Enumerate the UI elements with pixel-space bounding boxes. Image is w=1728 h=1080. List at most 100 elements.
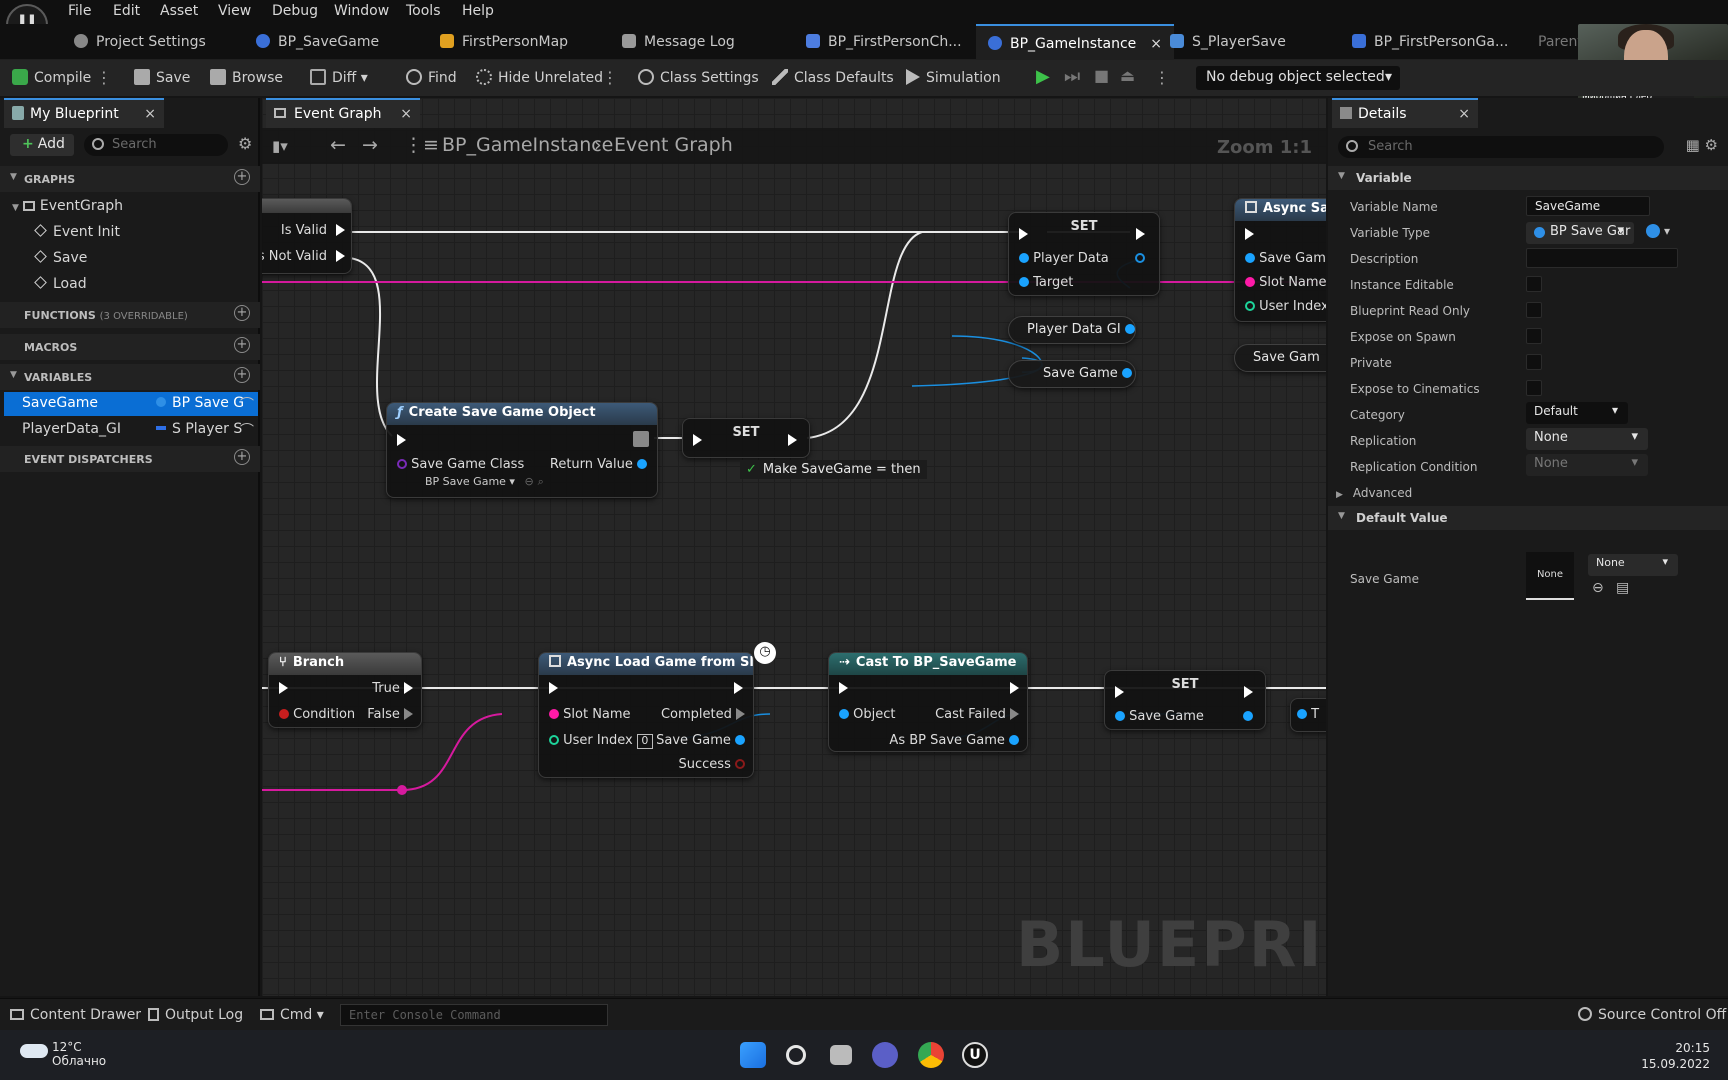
pin-user-index[interactable]: User Index <box>1245 299 1326 314</box>
pin-cast-failed[interactable]: Cast Failed <box>935 707 1019 722</box>
exec-in-pin[interactable] <box>549 681 558 696</box>
save-button[interactable]: Save <box>134 69 190 86</box>
section-functions[interactable]: FUNCTIONS (3 OVERRIDABLE) + <box>0 302 260 328</box>
save-game-default-dropdown[interactable]: None ▾ <box>1588 554 1678 576</box>
close-icon[interactable]: × <box>1458 106 1470 122</box>
output-pin[interactable] <box>1124 324 1135 334</box>
browse-button[interactable]: Browse <box>210 69 283 86</box>
debug-object-dropdown[interactable]: No debug object selected ▾ <box>1196 66 1400 90</box>
simulation-button[interactable]: Simulation <box>906 69 1001 86</box>
windows-start-icon[interactable] <box>740 1042 766 1068</box>
output-pin[interactable] <box>1243 709 1253 724</box>
add-variable-icon[interactable]: + <box>234 367 250 383</box>
exec-pin[interactable] <box>336 249 345 264</box>
tab-bp-savegame[interactable]: BP_SaveGame <box>256 24 379 60</box>
output-pin[interactable] <box>1121 368 1132 378</box>
private-checkbox[interactable] <box>1526 354 1542 370</box>
variable-row-playerdata-gi[interactable]: PlayerData_GI S Player S ⌒ <box>4 418 258 442</box>
replication-condition-dropdown[interactable]: None ▾ <box>1526 454 1648 476</box>
exec-in-pin[interactable] <box>1245 227 1254 242</box>
table-view-icon[interactable]: ▦ <box>1686 136 1700 154</box>
compile-button[interactable]: Compile <box>12 69 91 86</box>
play-options-icon[interactable]: ⋮ <box>1154 68 1170 87</box>
class-settings-button[interactable]: Class Settings <box>638 69 759 86</box>
pin-slot-name[interactable]: Slot Name <box>549 707 631 722</box>
section-default-value[interactable]: ▼ Default Value <box>1328 506 1728 530</box>
node-async-save-game[interactable]: Async Sav Save Game Slot Name User Index <box>1234 198 1326 322</box>
find-button[interactable]: Find <box>406 69 457 86</box>
step-icon[interactable]: ⏭ <box>1064 66 1080 87</box>
exec-out-pin[interactable] <box>1244 685 1253 700</box>
chat-icon[interactable] <box>872 1042 898 1068</box>
blueprint-read-only-checkbox[interactable] <box>1526 302 1542 318</box>
exec-in-pin[interactable] <box>1115 685 1124 700</box>
hide-unrelated-options-icon[interactable]: ⋮ <box>602 68 618 87</box>
close-icon[interactable]: × <box>144 106 156 122</box>
menu-asset[interactable]: Asset <box>160 3 198 19</box>
node-get-player-data-gi[interactable]: Player Data GI <box>1008 316 1136 344</box>
section-variables[interactable]: ▼ VARIABLES + <box>0 364 260 390</box>
tab-firstpersonmap[interactable]: FirstPersonMap <box>440 24 568 60</box>
exec-out-pin[interactable] <box>1010 681 1019 696</box>
category-dropdown[interactable]: Default ▾ <box>1526 402 1628 424</box>
exec-out-pin[interactable] <box>633 431 649 451</box>
pin-false[interactable]: False <box>367 707 413 722</box>
add-function-icon[interactable]: + <box>234 305 250 321</box>
expose-on-spawn-checkbox[interactable] <box>1526 328 1542 344</box>
menu-view[interactable]: View <box>218 3 251 19</box>
pin-as-bp-save-game[interactable]: As BP Save Game <box>889 733 1019 748</box>
pin-user-index[interactable]: User Index 0 <box>549 733 653 749</box>
pin-slot-name[interactable]: Slot Name <box>1245 275 1326 290</box>
stop-icon[interactable]: ■ <box>1094 66 1109 85</box>
tree-event-init[interactable]: Event Init <box>34 224 120 240</box>
description-input[interactable] <box>1526 248 1678 268</box>
class-defaults-button[interactable]: Class Defaults <box>772 69 894 86</box>
output-pin[interactable] <box>1135 251 1145 266</box>
asset-thumbnail[interactable]: None <box>1526 552 1574 600</box>
node-is-valid[interactable]: Is Valid Is Not Valid <box>262 198 352 274</box>
output-log-button[interactable]: Output Log <box>148 1007 243 1023</box>
node-cast-to-bp-savegame[interactable]: ⇢ Cast To BP_SaveGame Object Cast Failed … <box>828 652 1028 752</box>
gear-icon[interactable]: ⚙ <box>238 134 252 153</box>
section-event-dispatchers[interactable]: EVENT DISPATCHERS + <box>0 446 260 472</box>
tree-event-save[interactable]: Save <box>34 250 87 266</box>
node-branch[interactable]: ⑂ Branch True Condition False <box>268 652 422 728</box>
tree-eventgraph[interactable]: ▼ EventGraph <box>12 198 123 214</box>
exec-in-pin[interactable] <box>839 681 848 696</box>
exec-pin[interactable] <box>336 223 345 238</box>
menu-help[interactable]: Help <box>462 3 494 19</box>
exec-in-pin[interactable] <box>693 433 702 448</box>
node-get-save-game[interactable]: Save Game <box>1008 360 1136 388</box>
pin-true[interactable]: True <box>372 681 413 696</box>
unreal-engine-icon[interactable]: U <box>962 1042 988 1068</box>
exec-out-pin[interactable] <box>1136 227 1145 242</box>
browse-folder-icon[interactable]: ▤ <box>1616 580 1629 596</box>
exec-out-pin[interactable] <box>788 433 797 448</box>
pin-completed[interactable]: Completed <box>661 707 745 722</box>
exec-in-pin[interactable] <box>279 681 288 696</box>
blueprint-search-input[interactable]: Search <box>84 134 228 156</box>
section-macros[interactable]: MACROS + <box>0 334 260 360</box>
add-button[interactable]: + Add <box>10 134 74 156</box>
menu-debug[interactable]: Debug <box>272 3 318 19</box>
pin-save-game-out[interactable]: Save Game <box>656 733 745 748</box>
tab-s-playersave[interactable]: S_PlayerSave <box>1170 24 1286 60</box>
pin-success[interactable]: Success <box>679 757 745 772</box>
save-game-class-dropdown[interactable]: BP Save Game ▾ ⊖ ⌕ <box>425 475 544 489</box>
exec-in-pin[interactable] <box>1019 227 1028 242</box>
eject-icon[interactable]: ⏏ <box>1120 66 1135 85</box>
node-set-save-game[interactable]: SET <box>682 418 810 458</box>
add-macro-icon[interactable]: + <box>234 337 250 353</box>
pin-condition[interactable]: Condition <box>279 707 355 722</box>
search-icon[interactable] <box>786 1045 806 1065</box>
variable-row-savegame[interactable]: SaveGame BP Save G ⌒ <box>4 392 258 416</box>
gear-icon[interactable]: ⚙ <box>1705 136 1718 154</box>
variable-type-dropdown[interactable]: BP Save Gar ▾ <box>1526 222 1634 244</box>
add-graph-icon[interactable]: + <box>234 169 250 185</box>
weather-widget[interactable]: 12°C Облачно <box>20 1040 106 1068</box>
content-drawer-button[interactable]: Content Drawer <box>10 1007 141 1023</box>
pin-player-data[interactable]: Player Data <box>1019 251 1109 266</box>
event-graph-canvas[interactable]: Event Graph × ▮▾ ← → ⋮≡ BP_GameInstance … <box>262 98 1326 996</box>
menu-file[interactable]: File <box>68 3 91 19</box>
task-view-icon[interactable] <box>830 1045 852 1065</box>
